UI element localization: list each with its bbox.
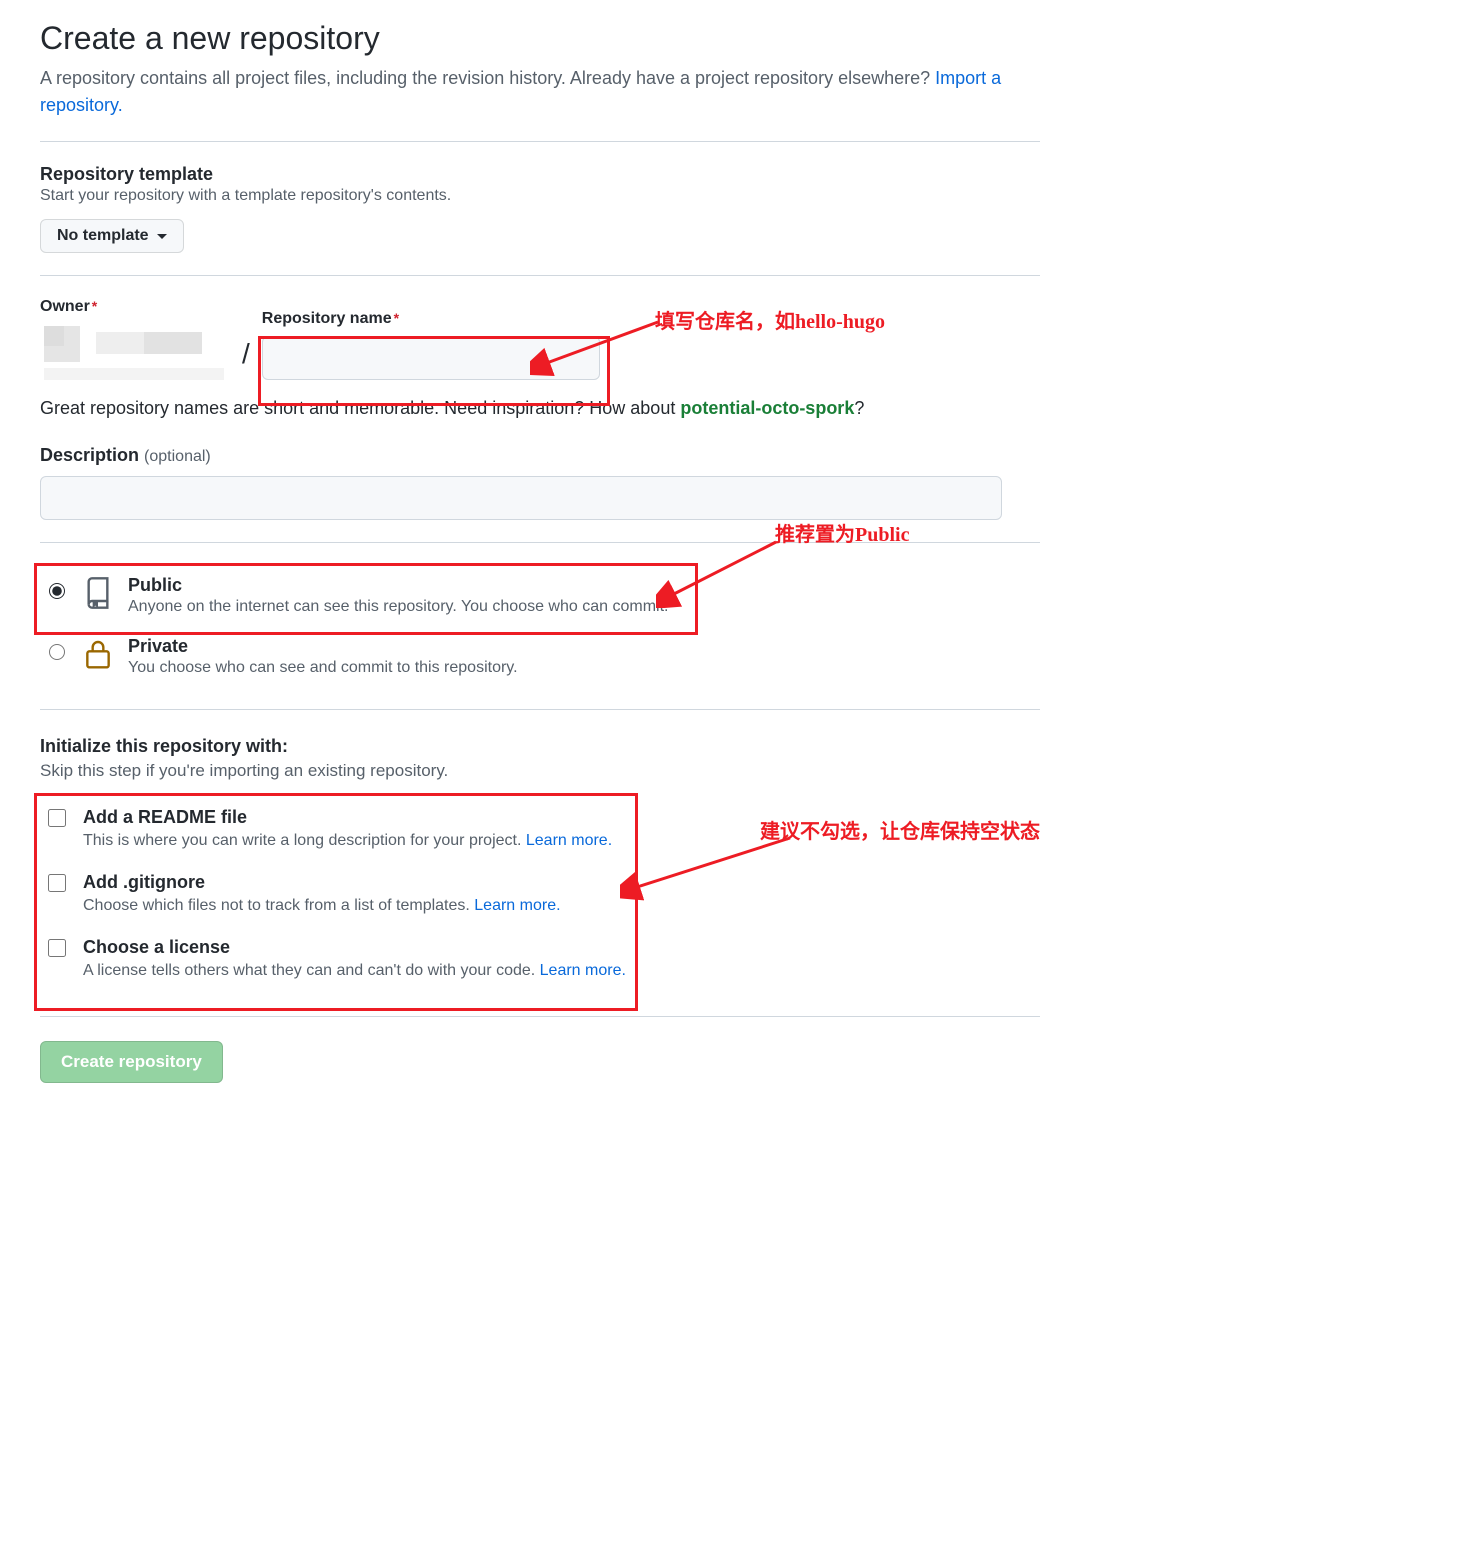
license-desc-text: A license tells others what they can and… — [83, 962, 540, 979]
gitignore-learn-more-link[interactable]: Learn more. — [474, 897, 560, 914]
template-desc: Start your repository with a template re… — [40, 187, 1040, 205]
license-learn-more-link[interactable]: Learn more. — [540, 962, 626, 979]
divider — [40, 542, 1040, 543]
visibility-private-row[interactable]: Private You choose who can see and commi… — [40, 626, 1040, 687]
required-star: * — [394, 310, 399, 326]
template-label: Repository template — [40, 164, 1040, 185]
gitignore-desc-text: Choose which files not to track from a l… — [83, 897, 474, 914]
repo-name-label: Repository name* — [262, 310, 600, 328]
lock-icon — [82, 638, 114, 670]
repo-icon — [82, 577, 114, 609]
description-label: Description (optional) — [40, 445, 1040, 466]
init-desc: Skip this step if you're importing an ex… — [40, 761, 1040, 781]
required-star: * — [92, 298, 97, 314]
divider — [40, 1016, 1040, 1017]
license-checkbox[interactable] — [48, 939, 66, 957]
divider — [40, 141, 1040, 142]
template-dropdown-label: No template — [57, 227, 149, 245]
private-title: Private — [128, 636, 518, 657]
divider — [40, 275, 1040, 276]
page-title: Create a new repository — [40, 20, 1040, 57]
readme-learn-more-link[interactable]: Learn more. — [526, 832, 612, 849]
optional-text: (optional) — [144, 448, 211, 465]
readme-checkbox[interactable] — [48, 809, 66, 827]
description-input[interactable] — [40, 476, 1002, 520]
gitignore-desc: Choose which files not to track from a l… — [83, 897, 561, 915]
visibility-private-radio[interactable] — [49, 644, 65, 660]
hint-suffix: ? — [854, 398, 864, 418]
repo-name-label-text: Repository name — [262, 310, 392, 327]
readme-row[interactable]: Add a README file This is where you can … — [40, 799, 1040, 864]
license-desc: A license tells others what they can and… — [83, 962, 626, 980]
page-subtitle: A repository contains all project files,… — [40, 65, 1040, 119]
caret-down-icon — [157, 234, 167, 239]
license-row[interactable]: Choose a license A license tells others … — [40, 929, 1040, 994]
description-label-text: Description — [40, 445, 139, 465]
readme-title: Add a README file — [83, 807, 612, 828]
template-dropdown[interactable]: No template — [40, 219, 184, 253]
owner-label-text: Owner — [40, 298, 90, 315]
subtitle-text: A repository contains all project files,… — [40, 68, 935, 88]
gitignore-title: Add .gitignore — [83, 872, 561, 893]
gitignore-checkbox[interactable] — [48, 874, 66, 892]
name-suggestion-link[interactable]: potential-octo-spork — [680, 398, 854, 418]
gitignore-row[interactable]: Add .gitignore Choose which files not to… — [40, 864, 1040, 929]
visibility-public-radio[interactable] — [49, 583, 65, 599]
public-desc: Anyone on the internet can see this repo… — [128, 598, 668, 616]
owner-selector[interactable] — [40, 324, 230, 380]
init-label: Initialize this repository with: — [40, 736, 1040, 757]
visibility-public-row[interactable]: Public Anyone on the internet can see th… — [40, 565, 1040, 626]
divider — [40, 709, 1040, 710]
slash-separator: / — [242, 338, 250, 380]
hint-prefix: Great repository names are short and mem… — [40, 398, 680, 418]
repo-name-input[interactable] — [262, 336, 600, 380]
readme-desc: This is where you can write a long descr… — [83, 832, 612, 850]
owner-label: Owner* — [40, 298, 230, 316]
readme-desc-text: This is where you can write a long descr… — [83, 832, 526, 849]
public-title: Public — [128, 575, 668, 596]
license-title: Choose a license — [83, 937, 626, 958]
repo-name-hint: Great repository names are short and mem… — [40, 398, 1040, 419]
create-repository-button[interactable]: Create repository — [40, 1041, 223, 1083]
private-desc: You choose who can see and commit to thi… — [128, 659, 518, 677]
